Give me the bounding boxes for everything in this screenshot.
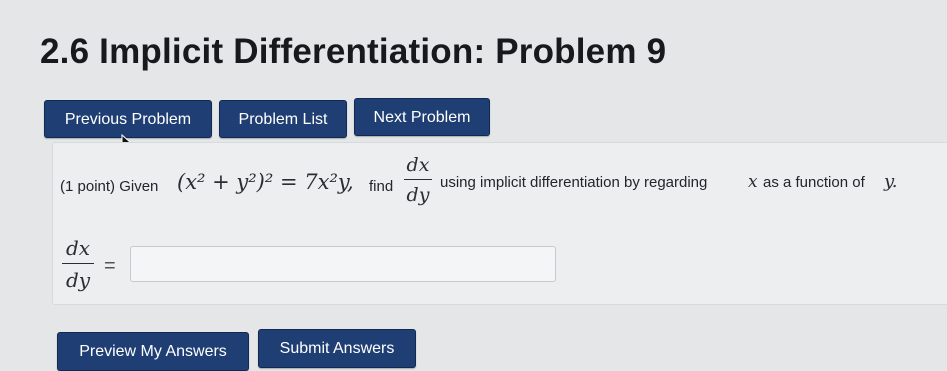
variable-x: x xyxy=(748,172,758,192)
problem-list-button[interactable]: Problem List xyxy=(219,100,347,138)
answer-input[interactable] xyxy=(130,246,556,282)
equation: (x² + y²)² = 7x²y, xyxy=(177,170,354,194)
fraction-bar xyxy=(404,179,432,180)
answer-lhs-fraction: dx dy xyxy=(62,236,94,292)
points-label: (1 point) Given xyxy=(60,178,159,195)
answer-fraction-bar xyxy=(62,263,94,264)
problem-statement: (1 point) Given (x² + y²)² = 7x²y, find … xyxy=(58,150,947,220)
derivative-numerator: dx xyxy=(406,154,430,176)
derivative-fraction: dx dy xyxy=(404,154,432,206)
derivative-denominator: dy xyxy=(406,184,430,206)
answer-lhs-denominator: dy xyxy=(65,268,91,292)
as-function-text: as a function of xyxy=(763,174,865,191)
next-problem-button[interactable]: Next Problem xyxy=(354,98,490,136)
previous-problem-button[interactable]: Previous Problem xyxy=(44,100,212,138)
page-title: 2.6 Implicit Differentiation: Problem 9 xyxy=(40,32,667,71)
submit-answers-button[interactable]: Submit Answers xyxy=(258,329,416,368)
instruction-text: using implicit differentiation by regard… xyxy=(440,174,708,191)
answer-lhs-numerator: dx xyxy=(65,236,91,260)
find-label: find xyxy=(369,178,394,195)
equals-sign: = xyxy=(104,255,116,277)
preview-answers-button[interactable]: Preview My Answers xyxy=(57,332,249,371)
variable-y: y. xyxy=(884,171,898,192)
